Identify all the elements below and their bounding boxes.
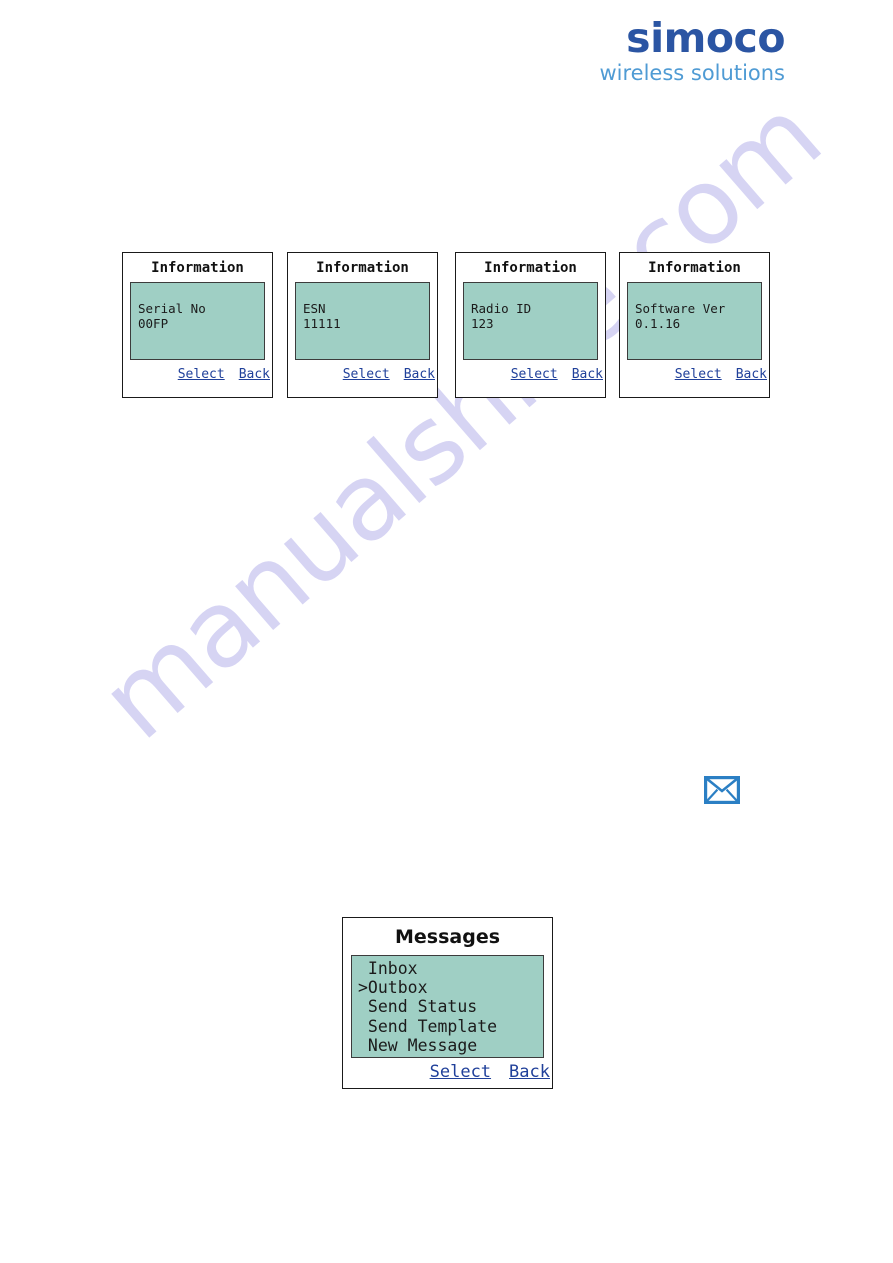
lcd-softkey-bar: Select Back [123, 367, 272, 382]
back-softkey[interactable]: Back [572, 367, 603, 382]
lcd-title: Information [648, 260, 741, 276]
menu-item-new-message[interactable]: New Message [358, 1036, 543, 1055]
lcd-field-label: Software Ver [635, 301, 726, 316]
lcd-field-label: Radio ID [471, 301, 532, 316]
lcd-field-value: 0.1.16 [635, 316, 681, 331]
back-softkey[interactable]: Back [736, 367, 767, 382]
lcd-screenshot-serial-no: Information Serial No 00FP Select Back [122, 252, 273, 398]
lcd-field-label: Serial No [138, 301, 206, 316]
lcd-display-area: ESN 11111 [295, 282, 430, 360]
lcd-screenshot-esn: Information ESN 11111 Select Back [287, 252, 438, 398]
envelope-icon [704, 776, 740, 809]
logo-tagline: wireless solutions [599, 61, 785, 85]
lcd-display-area: Radio ID 123 [463, 282, 598, 360]
back-softkey[interactable]: Back [404, 367, 435, 382]
lcd-screenshot-radio-id: Information Radio ID 123 Select Back [455, 252, 606, 398]
lcd-screenshot-messages-menu: Messages Inbox >Outbox Send Status Send … [342, 917, 553, 1089]
lcd-title: Information [484, 260, 577, 276]
menu-item-inbox[interactable]: Inbox [358, 959, 543, 978]
back-softkey[interactable]: Back [509, 1062, 550, 1082]
lcd-field-label: ESN [303, 301, 326, 316]
select-softkey[interactable]: Select [675, 367, 722, 382]
select-softkey[interactable]: Select [430, 1062, 491, 1082]
lcd-softkey-bar: Select Back [620, 367, 769, 382]
lcd-display-area: Serial No 00FP [130, 282, 265, 360]
simoco-logo: simoco wireless solutions [599, 18, 785, 84]
select-softkey[interactable]: Select [178, 367, 225, 382]
menu-item-send-template[interactable]: Send Template [358, 1017, 543, 1036]
lcd-field-value: 11111 [303, 316, 341, 331]
lcd-field-value: 00FP [138, 316, 169, 331]
lcd-display-area: Inbox >Outbox Send Status Send Template … [351, 955, 544, 1058]
lcd-screenshot-software-ver: Information Software Ver 0.1.16 Select B… [619, 252, 770, 398]
lcd-title: Messages [394, 926, 501, 948]
menu-item-send-status[interactable]: Send Status [358, 997, 543, 1016]
back-softkey[interactable]: Back [239, 367, 270, 382]
lcd-title: Information [316, 260, 409, 276]
lcd-softkey-bar: Select Back [456, 367, 605, 382]
lcd-softkey-bar: Select Back [343, 1062, 552, 1082]
lcd-softkey-bar: Select Back [288, 367, 437, 382]
lcd-title: Information [151, 260, 244, 276]
menu-item-outbox[interactable]: >Outbox [358, 978, 543, 997]
select-softkey[interactable]: Select [343, 367, 390, 382]
select-softkey[interactable]: Select [511, 367, 558, 382]
logo-wordmark: simoco [626, 14, 785, 62]
lcd-field-value: 123 [471, 316, 494, 331]
lcd-display-area: Software Ver 0.1.16 [627, 282, 762, 360]
